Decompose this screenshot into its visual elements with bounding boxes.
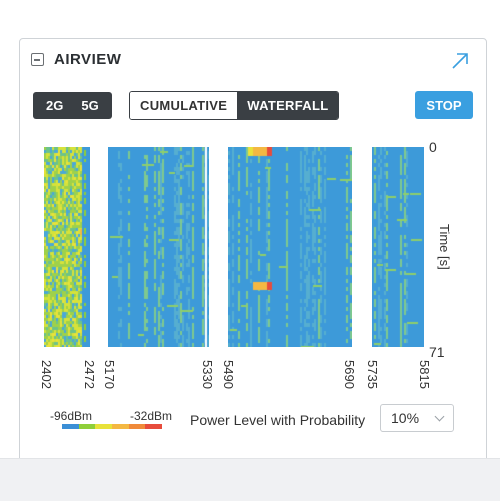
freq-label: 5735 xyxy=(365,360,380,389)
time-axis-bottom: 71 xyxy=(429,344,445,360)
band-toggle: 2G 5G xyxy=(33,92,112,119)
legend-max-label: -32dBm xyxy=(130,409,173,423)
freq-label: 5170 xyxy=(102,360,117,389)
time-axis-top: 0 xyxy=(429,139,437,155)
collapse-minus-icon[interactable] xyxy=(31,53,44,66)
bottom-strip xyxy=(0,458,500,501)
cumulative-button[interactable]: CUMULATIVE xyxy=(130,92,238,119)
freq-label: 2402 xyxy=(39,360,54,389)
legend-swatch xyxy=(112,424,129,429)
chevron-down-icon xyxy=(434,411,445,422)
freq-label: 5330 xyxy=(200,360,215,389)
waterfall-2g xyxy=(44,147,90,347)
waterfall-5g-high xyxy=(372,147,424,347)
legend-swatch xyxy=(128,424,146,429)
waterfall-5g-low xyxy=(108,147,209,347)
legend-swatch xyxy=(145,424,163,429)
legend-min-label: -96dBm xyxy=(50,409,93,423)
legend-swatch xyxy=(78,424,96,429)
view-mode-toggle: CUMULATIVE WATERFALL xyxy=(129,91,340,120)
legend-swatch xyxy=(62,424,79,429)
freq-label: 5490 xyxy=(221,360,236,389)
time-axis-label: Time [s] xyxy=(437,224,452,270)
waterfall-button[interactable]: WATERFALL xyxy=(237,92,339,119)
panel-title: AIRVIEW xyxy=(54,51,122,68)
freq-label: 2472 xyxy=(82,360,97,389)
waterfall-5g-mid xyxy=(228,147,352,347)
legend-swatch xyxy=(95,424,113,429)
legend-color-bar xyxy=(62,424,163,429)
popout-arrow-icon[interactable] xyxy=(450,51,470,71)
stop-button[interactable]: STOP xyxy=(415,91,473,119)
freq-label: 5815 xyxy=(417,360,432,389)
probability-label: Power Level with Probability xyxy=(190,412,366,428)
band-5g-button[interactable]: 5G xyxy=(72,98,107,113)
probability-select[interactable]: 10% xyxy=(380,404,454,432)
band-2g-button[interactable]: 2G xyxy=(37,98,72,113)
probability-value: 10% xyxy=(391,410,420,426)
freq-label: 5690 xyxy=(342,360,357,389)
